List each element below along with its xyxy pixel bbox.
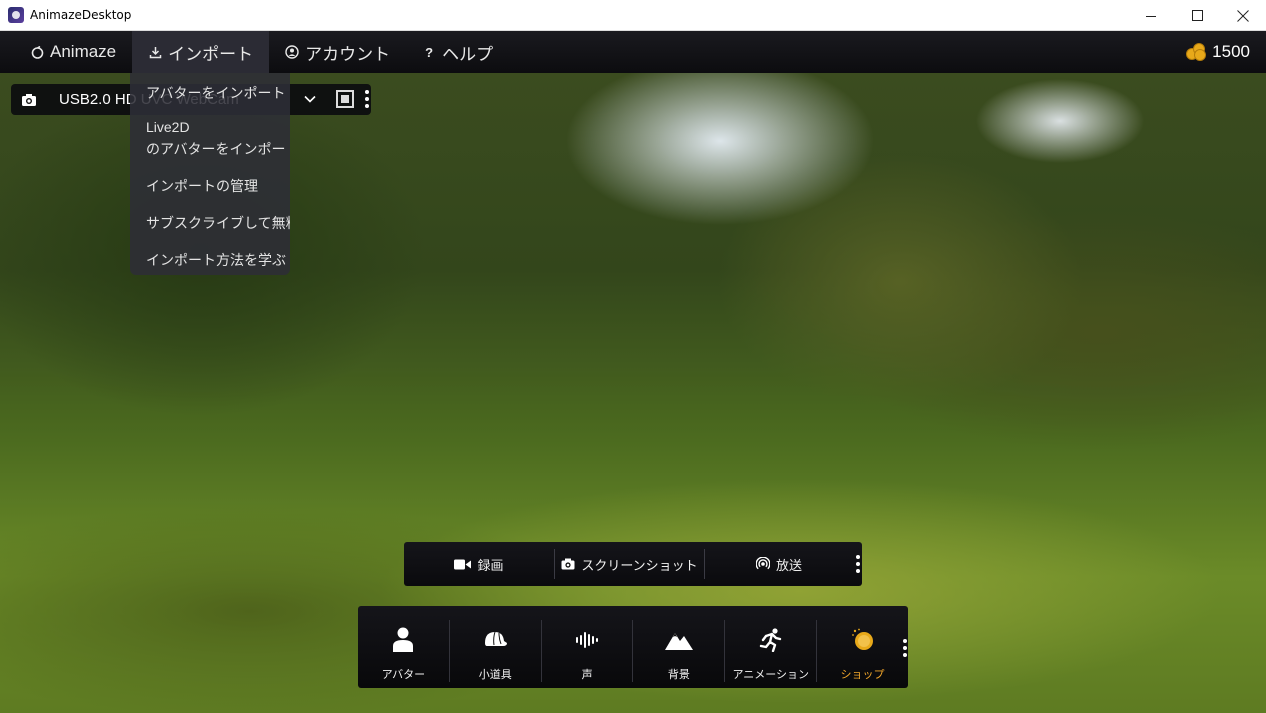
camera-icon	[22, 93, 36, 106]
avatar-button[interactable]: アバター	[358, 606, 449, 688]
props-button[interactable]: 小道具	[450, 606, 541, 688]
menu-help[interactable]: ? ヘルプ	[406, 31, 509, 73]
menu-account[interactable]: アカウント	[269, 31, 406, 73]
background-label: 背景	[667, 669, 690, 681]
voice-button[interactable]: 声	[542, 606, 633, 688]
menu-help-label: ヘルプ	[442, 44, 494, 64]
coins-icon	[1186, 43, 1207, 61]
import-live2d-item-line2[interactable]: のアバターをインポー	[146, 139, 285, 159]
title-bar: AnimazeDesktop	[0, 0, 1266, 31]
coin-balance[interactable]: 1500	[1186, 31, 1250, 73]
subscribe-item[interactable]: サブスクライブして無料	[146, 213, 290, 233]
broadcast-label: 放送	[775, 557, 802, 573]
manage-imports-item[interactable]: インポートの管理	[146, 176, 258, 196]
close-icon	[1237, 9, 1249, 22]
avatar-icon	[392, 626, 414, 654]
account-icon	[285, 45, 299, 59]
import-live2d-item[interactable]: Live2D	[146, 119, 190, 135]
animaze-logo-icon	[30, 45, 44, 59]
record-button[interactable]: 録画	[404, 542, 554, 586]
mountain-icon	[664, 626, 694, 654]
screenshot-button[interactable]: スクリーンショット	[555, 542, 704, 586]
menu-animaze-label: Animaze	[50, 42, 117, 61]
import-avatar-item[interactable]: アバターをインポート	[146, 83, 285, 103]
capture-more-icon[interactable]	[856, 555, 860, 573]
menu-import-label: インポート	[168, 44, 254, 64]
window-title: AnimazeDesktop	[30, 8, 132, 22]
cap-icon	[482, 626, 508, 654]
import-dropdown: アバターをインポート Live2D のアバターをインポー インポートの管理 サブ…	[130, 73, 290, 275]
voice-label: 声	[581, 669, 593, 681]
shop-button[interactable]: ショップ	[817, 606, 908, 688]
running-icon	[758, 626, 784, 654]
camera-icon	[561, 558, 575, 570]
minimize-button[interactable]	[1128, 0, 1174, 31]
main-toolbar: アバター 小道具 声 背景 アニメーション ショップ	[358, 606, 908, 688]
menu-account-label: アカウント	[305, 44, 391, 64]
menu-animaze[interactable]: Animaze	[0, 31, 132, 73]
menu-bar: Animaze インポート アカウント ? ヘルプ 1500	[0, 31, 1266, 73]
close-button[interactable]	[1220, 0, 1266, 31]
avatar-label: アバター	[381, 669, 426, 681]
menu-import[interactable]: インポート	[132, 31, 270, 73]
broadcast-button[interactable]: 放送	[705, 542, 853, 586]
toolbar-more-icon[interactable]	[903, 639, 907, 657]
learn-import-item[interactable]: インポート方法を学ぶ	[146, 250, 286, 270]
window-controls	[1128, 0, 1266, 31]
record-label: 録画	[477, 557, 504, 573]
coin-icon	[851, 626, 875, 654]
maximize-button[interactable]	[1174, 0, 1220, 31]
props-label: 小道具	[478, 669, 512, 681]
chevron-down-icon[interactable]	[303, 92, 317, 106]
import-icon	[148, 45, 162, 59]
broadcast-icon	[755, 557, 770, 570]
video-camera-icon	[454, 559, 472, 569]
background-button[interactable]: 背景	[633, 606, 724, 688]
capture-bar: 録画 スクリーンショット 放送	[404, 542, 862, 586]
camera-toggle-button[interactable]	[336, 90, 354, 108]
help-icon: ?	[425, 44, 434, 60]
animation-button[interactable]: アニメーション	[725, 606, 816, 688]
animation-label: アニメーション	[732, 669, 809, 681]
camera-more-icon[interactable]	[365, 90, 369, 108]
minimize-icon	[1146, 15, 1156, 17]
screenshot-label: スクリーンショット	[581, 557, 698, 573]
maximize-icon	[1191, 10, 1203, 21]
shop-label: ショップ	[840, 669, 885, 681]
app-icon	[8, 7, 24, 23]
voice-wave-icon	[575, 626, 599, 654]
coin-count: 1500	[1212, 42, 1250, 61]
